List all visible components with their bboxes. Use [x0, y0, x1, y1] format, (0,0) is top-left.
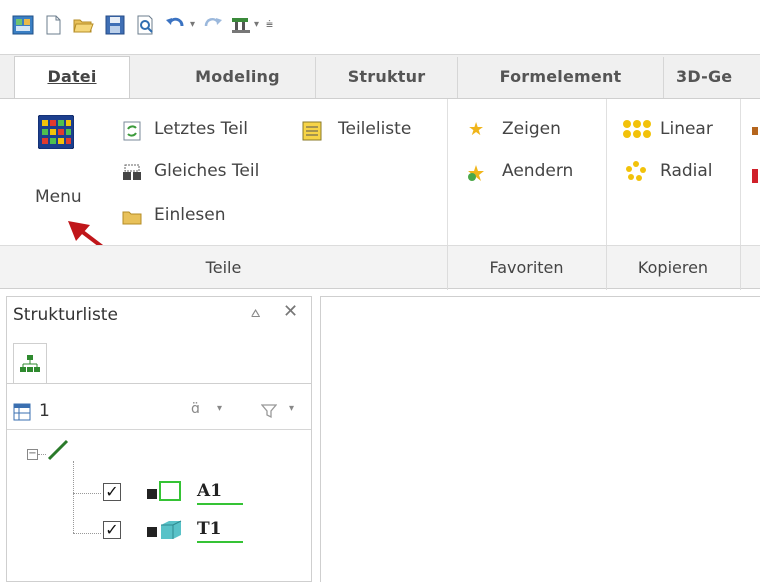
solid-cube-icon: [161, 520, 182, 539]
einlesen-button[interactable]: Einlesen: [154, 205, 226, 225]
tree-item-label[interactable]: T1: [197, 519, 221, 539]
divider: [7, 383, 311, 384]
open-folder-icon[interactable]: [72, 14, 94, 36]
filter-icon[interactable]: [261, 403, 277, 419]
linear-pattern-icon: [623, 120, 651, 138]
truncated-icon: [752, 169, 758, 183]
collapse-toggle[interactable]: −: [27, 449, 38, 460]
binoculars-dropdown-icon[interactable]: ▾: [217, 403, 222, 414]
lock-icon: [147, 489, 157, 499]
tab-struktur[interactable]: Struktur: [316, 57, 458, 99]
star-edit-icon: [468, 165, 484, 181]
ribbon-panel: Menu Letztes Teil Gleiches Teil Einlesen…: [0, 98, 760, 290]
visibility-checkbox[interactable]: ✓: [103, 521, 121, 539]
zeigen-button[interactable]: Zeigen: [502, 119, 561, 139]
teileliste-button[interactable]: Teileliste: [338, 119, 411, 139]
linear-button[interactable]: Linear: [660, 119, 713, 139]
menu-icon[interactable]: [38, 115, 74, 149]
radial-pattern-icon: [626, 161, 646, 181]
group-label-favoriten: Favoriten: [489, 258, 564, 277]
structure-tree-icon: [20, 355, 40, 372]
group-divider: [447, 246, 448, 290]
table-icon: [13, 403, 31, 421]
tab-modeling[interactable]: Modeling: [160, 57, 316, 99]
tree-connector: [73, 461, 74, 533]
ribbon-tab-bar: Datei Modeling Struktur Formelement 3D-G…: [0, 54, 760, 100]
ribbon-group-labels: Teile Favoriten Kopieren: [0, 245, 760, 290]
lock-icon: [147, 527, 157, 537]
structure-panel: Strukturliste ⩟ ✕ 1 ɑ̈ ▾ ▾ − ✓ A1 ✓ T1: [6, 296, 312, 582]
group-divider: [606, 246, 607, 290]
panel-title: Strukturliste: [13, 305, 118, 325]
tree-item-label[interactable]: A1: [197, 481, 222, 501]
model-tool-icon[interactable]: [230, 14, 252, 36]
binoculars-icon[interactable]: ɑ̈: [191, 401, 200, 417]
menu-button-label[interactable]: Menu: [35, 187, 82, 207]
gleiches-teil-icon: [123, 164, 141, 180]
tab-3d-geometry[interactable]: 3D-Ge: [664, 57, 760, 99]
app-icon[interactable]: [12, 14, 34, 36]
model-tool-dropdown-icon[interactable]: ▾: [254, 19, 259, 30]
group-label-kopieren: Kopieren: [637, 258, 709, 277]
tab-formelement[interactable]: Formelement: [458, 57, 664, 99]
tab-datei[interactable]: Datei: [14, 56, 130, 100]
customize-qat-icon[interactable]: ⩧: [266, 17, 273, 32]
gleiches-teil-button[interactable]: Gleiches Teil: [154, 161, 259, 181]
aendern-button[interactable]: Aendern: [502, 161, 573, 181]
letztes-teil-icon: [123, 121, 141, 141]
tree-item-underline: [197, 541, 243, 543]
redo-icon[interactable]: [202, 14, 224, 36]
undo-icon[interactable]: [164, 14, 186, 36]
tree-connector: [73, 533, 101, 534]
visibility-checkbox[interactable]: ✓: [103, 483, 121, 501]
einlesen-folder-icon: [122, 211, 142, 225]
graphics-viewport[interactable]: [320, 296, 760, 582]
group-divider: [740, 246, 741, 290]
print-preview-icon[interactable]: [134, 14, 156, 36]
item-count: 1: [39, 401, 50, 421]
new-file-icon[interactable]: [42, 14, 64, 36]
pin-icon[interactable]: ⩟: [251, 303, 260, 321]
filter-dropdown-icon[interactable]: ▾: [289, 403, 294, 414]
divider: [7, 429, 311, 430]
save-icon[interactable]: [104, 14, 126, 36]
tree-item-underline: [197, 503, 243, 505]
letztes-teil-button[interactable]: Letztes Teil: [154, 119, 248, 139]
root-line-icon: [47, 439, 69, 461]
tree-connector: [38, 454, 46, 455]
teileliste-icon: [302, 121, 322, 141]
tab-structure-tree[interactable]: [13, 343, 47, 383]
undo-dropdown-icon[interactable]: ▾: [190, 19, 195, 30]
tree-connector: [73, 493, 101, 494]
quick-access-toolbar: ▾ ▾ ⩧: [0, 0, 760, 54]
part-square-icon: [159, 481, 181, 501]
close-icon[interactable]: ✕: [283, 301, 298, 322]
group-label-teile: Teile: [205, 258, 242, 277]
star-icon: ★: [468, 119, 485, 140]
radial-button[interactable]: Radial: [660, 161, 713, 181]
truncated-icon: [752, 127, 758, 135]
